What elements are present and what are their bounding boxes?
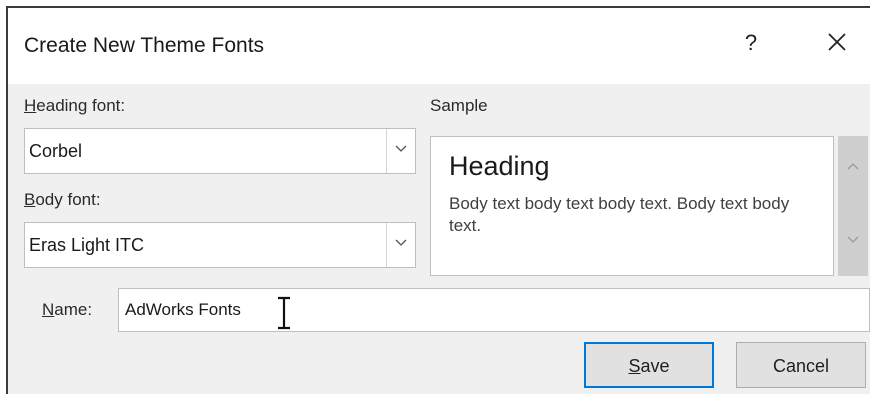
cancel-button[interactable]: Cancel [736, 342, 866, 388]
body-font-value: Eras Light ITC [29, 235, 145, 255]
scroll-down-button[interactable] [838, 210, 868, 276]
heading-font-value: Corbel [29, 141, 83, 161]
dialog-body: Heading font: Corbel Body font: Eras Lig… [8, 84, 870, 394]
create-theme-fonts-dialog: Create New Theme Fonts ? Heading font: C… [6, 6, 870, 394]
heading-font-combobox[interactable]: Corbel [24, 128, 416, 174]
chevron-down-icon [395, 239, 407, 246]
body-font-combobox[interactable]: Eras Light ITC [24, 222, 416, 268]
name-input[interactable]: AdWorks Fonts [118, 288, 870, 332]
chevron-up-icon [847, 163, 859, 170]
heading-font-label: Heading font: [24, 96, 126, 115]
close-icon [828, 33, 846, 51]
chevron-down-icon [847, 236, 859, 243]
name-label: Name: [42, 300, 93, 319]
sample-heading-text: Heading [449, 151, 550, 181]
scroll-up-button[interactable] [838, 136, 868, 202]
sample-preview: Heading Body text body text body text. B… [430, 136, 834, 276]
body-font-label: Body font: [24, 190, 101, 209]
help-button[interactable]: ? [736, 28, 766, 58]
name-input-value: AdWorks Fonts [125, 300, 241, 319]
sample-body-text: Body text body text body text. Body text… [449, 194, 790, 235]
sample-label: Sample [430, 96, 488, 115]
text-cursor-icon [278, 296, 290, 330]
save-button[interactable]: Save [584, 342, 714, 388]
close-button[interactable] [820, 28, 854, 58]
body-font-dropdown-button[interactable] [386, 223, 415, 267]
chevron-down-icon [395, 145, 407, 152]
dialog-title: Create New Theme Fonts [24, 34, 265, 57]
sample-scrollbar[interactable] [838, 136, 868, 276]
heading-font-dropdown-button[interactable] [386, 129, 415, 173]
